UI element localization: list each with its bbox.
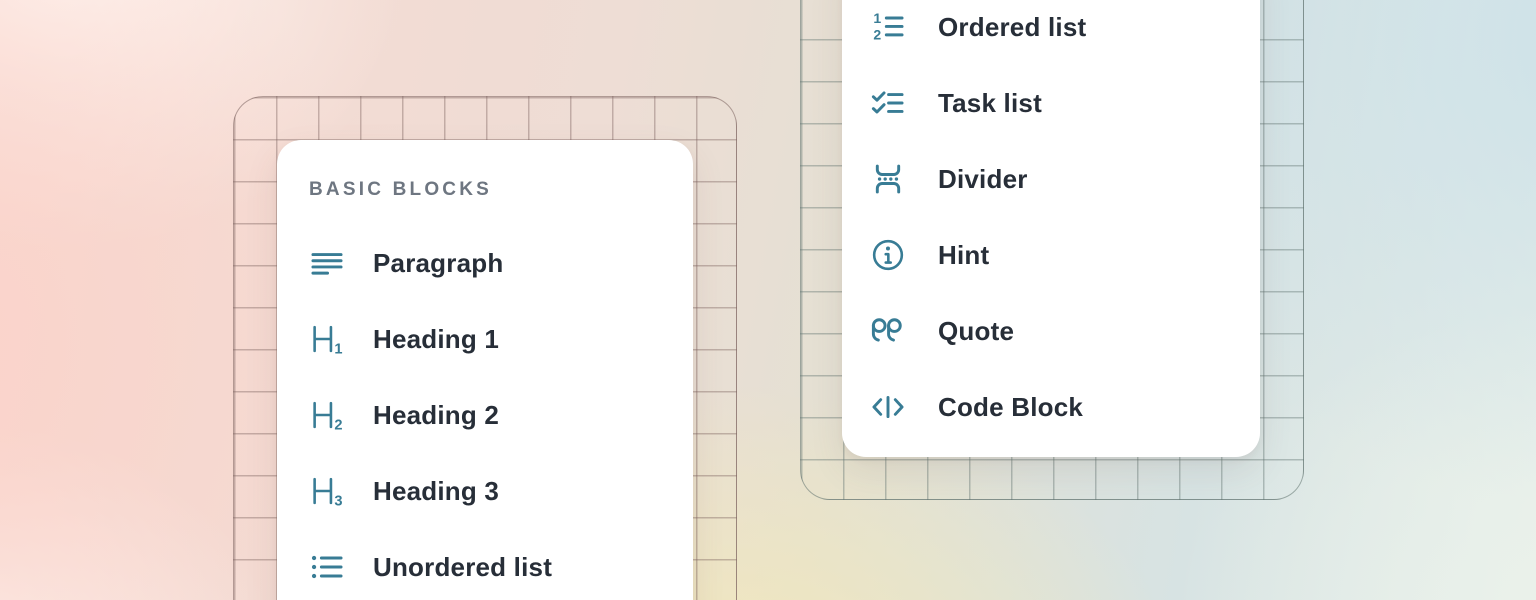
divider-icon: [870, 161, 906, 197]
menu-item-label: Heading 3: [373, 476, 499, 507]
menu-item-label: Quote: [938, 316, 1014, 347]
menu-item-heading-3[interactable]: 3 Heading 3: [309, 453, 661, 529]
gradient-background: [0, 0, 1536, 600]
svg-text:1: 1: [334, 342, 342, 357]
menu-item-divider[interactable]: Divider: [870, 141, 1232, 217]
menu-item-heading-1[interactable]: 1 Heading 1: [309, 301, 661, 377]
menu-item-hint[interactable]: Hint: [870, 217, 1232, 293]
svg-text:1: 1: [873, 10, 881, 26]
hint-icon: [870, 237, 906, 273]
basic-blocks-menu-card: BASIC BLOCKS Paragraph 1 Heading 1 2 Hea…: [277, 140, 693, 600]
section-label: BASIC BLOCKS: [309, 177, 661, 203]
menu-item-label: Hint: [938, 240, 989, 271]
code-block-icon: [870, 389, 906, 425]
task-list-icon: [870, 85, 906, 121]
paragraph-icon: [309, 245, 345, 281]
unordered-list-icon: [309, 549, 345, 585]
menu-item-quote[interactable]: Quote: [870, 293, 1232, 369]
svg-text:2: 2: [334, 418, 342, 433]
menu-item-label: Paragraph: [373, 248, 503, 279]
menu-item-label: Unordered list: [373, 552, 552, 583]
svg-text:3: 3: [334, 494, 342, 509]
editor-blocks-hero: BASIC BLOCKS Paragraph 1 Heading 1 2 Hea…: [0, 0, 1536, 600]
menu-item-heading-2[interactable]: 2 Heading 2: [309, 377, 661, 453]
blocks-menu-continued: 12 Ordered list Task list Divider: [870, 0, 1232, 445]
heading-3-icon: 3: [309, 473, 345, 509]
menu-item-label: Heading 1: [373, 324, 499, 355]
menu-item-ordered-list[interactable]: 12 Ordered list: [870, 0, 1232, 65]
menu-item-label: Heading 2: [373, 400, 499, 431]
menu-item-paragraph[interactable]: Paragraph: [309, 225, 661, 301]
menu-item-label: Task list: [938, 88, 1042, 119]
menu-item-unordered-list[interactable]: Unordered list: [309, 529, 661, 600]
menu-item-code-block[interactable]: Code Block: [870, 369, 1232, 445]
menu-item-label: Code Block: [938, 392, 1083, 423]
menu-item-task-list[interactable]: Task list: [870, 65, 1232, 141]
menu-item-label: Ordered list: [938, 12, 1086, 43]
svg-text:2: 2: [873, 26, 881, 42]
menu-item-label: Divider: [938, 164, 1028, 195]
ordered-list-icon: 12: [870, 9, 906, 45]
heading-2-icon: 2: [309, 397, 345, 433]
heading-1-icon: 1: [309, 321, 345, 357]
quote-icon: [870, 313, 906, 349]
basic-blocks-menu: Paragraph 1 Heading 1 2 Heading 2 3 Head…: [309, 225, 661, 600]
blocks-menu-card-continued: 12 Ordered list Task list Divider: [842, 0, 1260, 457]
